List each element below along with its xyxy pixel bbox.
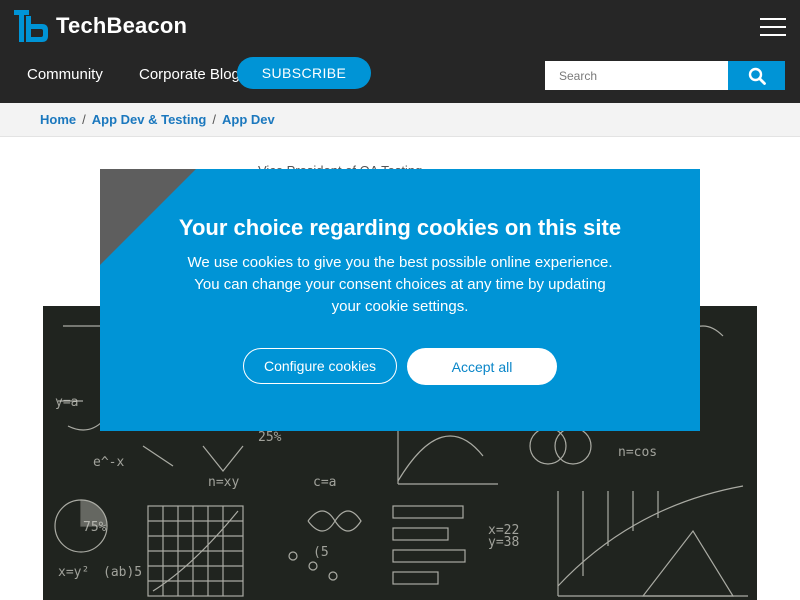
svg-text:75%: 75% [83,520,107,535]
search-icon [748,67,766,85]
search-button[interactable] [728,61,785,90]
site-header: TechBeacon Community Corporate Blog SUBS… [0,0,800,103]
configure-cookies-button[interactable]: Configure cookies [243,348,397,384]
breadcrumb-home[interactable]: Home [40,112,76,127]
svg-text:25%: 25% [258,430,282,445]
hamburger-menu-icon[interactable] [760,18,786,36]
svg-text:y=38: y=38 [488,535,519,550]
breadcrumb-app-dev[interactable]: App Dev [222,112,275,127]
breadcrumb: Home / App Dev & Testing / App Dev [40,112,275,127]
logo-text: TechBeacon [56,13,188,38]
cookie-modal-body-line: You can change your consent choices at a… [194,276,606,293]
cookie-modal-body-line: We use cookies to give you the best poss… [187,254,613,271]
svg-text:n=xy: n=xy [208,475,239,490]
svg-text:(ab)5: (ab)5 [103,565,142,580]
breadcrumb-separator: / [82,112,86,127]
nav-link-community[interactable]: Community [27,66,103,83]
svg-text:e^-x: e^-x [93,455,124,470]
cookie-modal-title: Your choice regarding cookies on this si… [178,215,622,240]
nav-link-corporate-blog[interactable]: Corporate Blog [139,66,239,83]
cookie-consent-modal: Your choice regarding cookies on this si… [100,169,700,431]
svg-text:x=y²: x=y² [58,565,89,580]
techbeacon-logo-icon [14,10,50,42]
accept-all-cookies-button[interactable]: Accept all [407,348,557,385]
cookie-modal-body-line: your cookie settings. [331,298,469,315]
breadcrumb-separator: / [212,112,216,127]
subscribe-button[interactable]: SUBSCRIBE [237,57,371,89]
svg-text:(5: (5 [313,545,329,560]
svg-text:n=cos: n=cos [618,445,657,460]
breadcrumb-bar: Home / App Dev & Testing / App Dev [0,103,800,137]
site-logo[interactable]: TechBeacon [14,10,187,42]
breadcrumb-app-dev-testing[interactable]: App Dev & Testing [92,112,207,127]
search-input[interactable] [545,61,728,90]
cookie-modal-body: We use cookies to give you the best poss… [170,252,630,318]
svg-text:y=a: y=a [55,395,78,410]
svg-text:c=a: c=a [313,475,336,490]
